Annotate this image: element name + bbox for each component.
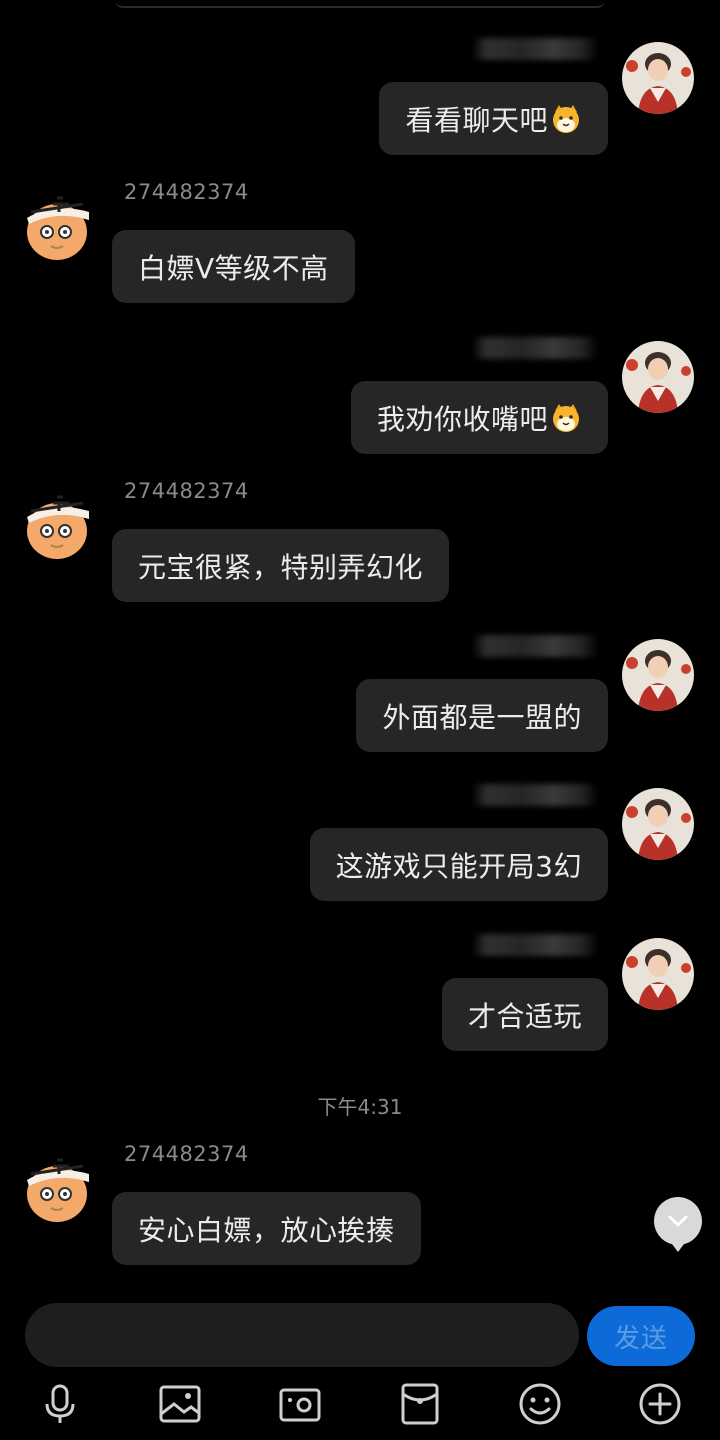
sender-name: 274482374 [124, 1142, 249, 1166]
scroll-to-bottom-button[interactable] [654, 1197, 702, 1252]
message-text: 这游戏只能开局3幻 [335, 849, 582, 883]
sender-name: 274482374 [124, 479, 249, 503]
previous-message-edge [115, 0, 605, 8]
message-text: 看看聊天吧 [405, 103, 548, 137]
message-text: 元宝很紧，特别弄幻化 [138, 550, 424, 584]
message-bubble[interactable]: 这游戏只能开局3幻 [309, 828, 608, 901]
message-text: 才合适玩 [467, 999, 582, 1033]
chevron-down-icon [668, 1215, 688, 1227]
message-text: 安心白嫖，放心挨揍 [138, 1213, 395, 1247]
cat-face-icon [550, 103, 582, 135]
image-icon[interactable] [158, 1382, 202, 1426]
message-bubble[interactable]: 才合适玩 [441, 978, 608, 1051]
avatar-274482374[interactable] [23, 489, 95, 561]
plus-icon[interactable] [638, 1382, 682, 1426]
blurred-sender-name [472, 784, 598, 806]
message-bubble[interactable]: 白嫖V等级不高 [112, 230, 355, 303]
message-timestamp: 下午4:31 [317, 1095, 403, 1119]
avatar-me[interactable] [622, 341, 694, 413]
message-bubble[interactable]: 元宝很紧，特别弄幻化 [112, 529, 450, 602]
blurred-sender-name [472, 934, 598, 956]
avatar-me[interactable] [622, 639, 694, 711]
message-bubble[interactable]: 安心白嫖，放心挨揍 [112, 1192, 421, 1265]
message-input[interactable] [25, 1303, 579, 1367]
message-text: 白嫖V等级不高 [138, 251, 329, 285]
red-packet-icon[interactable] [398, 1382, 442, 1426]
camera-icon[interactable] [278, 1382, 322, 1426]
emoji-icon[interactable] [518, 1382, 562, 1426]
avatar-274482374[interactable] [23, 190, 95, 262]
message-bubble[interactable]: 我劝你收嘴吧 [350, 381, 608, 454]
avatar-me[interactable] [622, 938, 694, 1010]
microphone-icon[interactable] [38, 1382, 82, 1426]
send-button[interactable]: 发送 [587, 1306, 695, 1366]
message-text: 外面都是一盟的 [382, 700, 582, 734]
avatar-me[interactable] [622, 788, 694, 860]
blurred-sender-name [472, 337, 598, 359]
message-bubble[interactable]: 看看聊天吧 [379, 82, 608, 155]
blurred-sender-name [472, 38, 598, 60]
sender-name: 274482374 [124, 180, 249, 204]
cat-face-icon [550, 402, 582, 434]
message-text: 我劝你收嘴吧 [376, 402, 548, 436]
blurred-sender-name [472, 635, 598, 657]
avatar-274482374[interactable] [23, 1152, 95, 1224]
message-bubble[interactable]: 外面都是一盟的 [356, 679, 608, 752]
avatar-me[interactable] [622, 42, 694, 114]
